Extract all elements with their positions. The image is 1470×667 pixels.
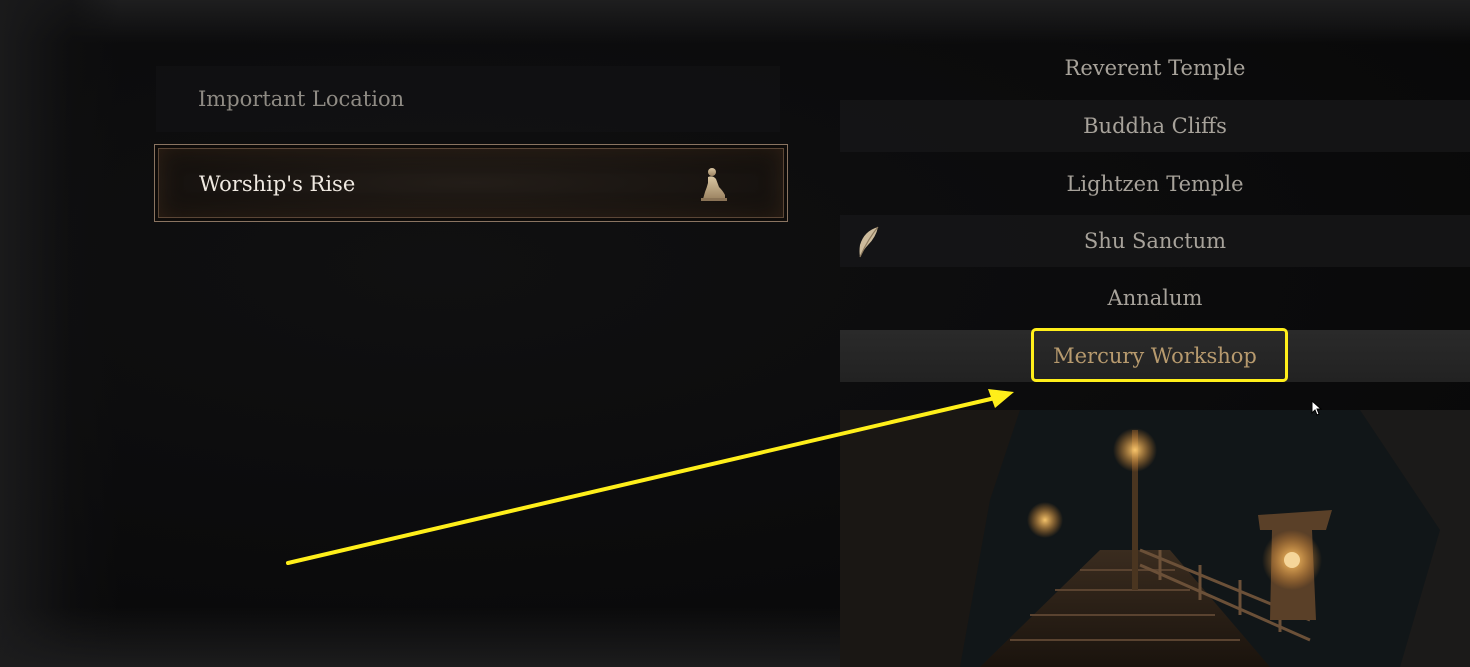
location-entry-worships-rise[interactable]: Worship's Rise — [154, 144, 788, 222]
list-item-label: Annalum — [1107, 286, 1203, 310]
list-item-label: Shu Sanctum — [1083, 229, 1227, 253]
left-border-texture — [0, 0, 120, 667]
mouse-cursor-icon — [1311, 400, 1323, 416]
list-item-label: Lightzen Temple — [1066, 172, 1244, 196]
feather-icon — [859, 226, 879, 258]
list-item-label: Reverent Temple — [1064, 56, 1246, 80]
category-header: Important Location — [156, 66, 780, 132]
list-item-annalum[interactable]: Annalum — [840, 272, 1470, 324]
bottom-border-texture — [0, 607, 840, 667]
list-item-lightzen-temple[interactable]: Lightzen Temple — [840, 158, 1470, 210]
list-item-reverent-temple[interactable]: Reverent Temple — [840, 42, 1470, 94]
location-name: Worship's Rise — [199, 172, 356, 196]
list-item-buddha-cliffs[interactable]: Buddha Cliffs — [840, 100, 1470, 152]
top-border-texture — [0, 0, 1470, 44]
annotation-highlight-box — [1031, 328, 1288, 382]
list-item-label: Buddha Cliffs — [1083, 114, 1227, 138]
kneeling-shrine-icon — [701, 168, 727, 201]
preview-scene-art — [840, 410, 1470, 667]
location-preview-image — [840, 410, 1470, 667]
list-item-shu-sanctum[interactable]: Shu Sanctum — [840, 215, 1470, 267]
